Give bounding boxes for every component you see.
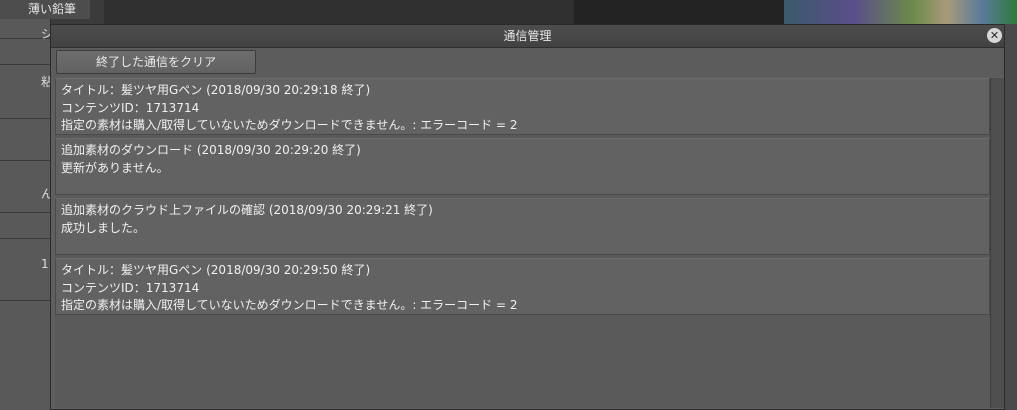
panel-divider	[0, 238, 50, 239]
log-entry[interactable]: タイトル：髪ツヤ用Gペン (2018/09/30 20:29:18 終了) コン…	[55, 78, 990, 135]
log-entry-detail: コンテンツID：1713714	[61, 100, 200, 115]
communication-manager-dialog: 通信管理 ✕ 終了した通信をクリア タイトル：髪ツヤ用Gペン (2018/09/…	[50, 24, 1005, 410]
log-entry-detail: 更新がありません。	[61, 160, 169, 175]
log-entry-message	[61, 177, 989, 195]
communication-log-list[interactable]: タイトル：髪ツヤ用Gペン (2018/09/30 20:29:18 終了) コン…	[55, 78, 990, 408]
panel-divider	[0, 118, 50, 119]
background-toolbar-dark	[574, 0, 784, 24]
panel-divider	[0, 64, 50, 65]
dialog-toolbar: 終了した通信をクリア	[51, 48, 1004, 77]
log-entry-title: 追加素材のダウンロード (2018/09/30 20:29:20 終了)	[61, 143, 361, 157]
dialog-titlebar[interactable]: 通信管理 ✕	[51, 25, 1004, 48]
app-window: 薄い鉛筆 シ 粘 ん 1 通信管理 ✕ 終了した通信をクリア タイトル：髪ツヤ用…	[0, 0, 1017, 410]
dialog-title: 通信管理	[503, 29, 552, 43]
panel-fragment-text: 1	[41, 257, 49, 271]
log-entry-message: 指定の素材は購入/取得していないためダウンロードできません。: エラーコード =…	[61, 298, 518, 312]
background-toolbar	[104, 0, 574, 24]
background-right-panel	[1005, 24, 1017, 410]
log-entry-title: タイトル：髪ツヤ用Gペン (2018/09/30 20:29:18 終了)	[61, 83, 371, 97]
brush-name-label[interactable]: 薄い鉛筆	[0, 0, 90, 19]
log-entry[interactable]: 追加素材のクラウド上ファイルの確認 (2018/09/30 20:29:21 終…	[55, 198, 990, 255]
log-entry-message: 指定の素材は購入/取得していないためダウンロードできません。: エラーコード =…	[61, 118, 518, 132]
log-entry-title: 追加素材のクラウド上ファイルの確認 (2018/09/30 20:29:21 終…	[61, 203, 433, 217]
list-scrollbar[interactable]	[990, 78, 1004, 408]
tool-property-panel	[0, 0, 51, 410]
panel-divider	[0, 160, 50, 161]
log-entry-title: タイトル：髪ツヤ用Gペン (2018/09/30 20:29:50 終了)	[61, 263, 371, 277]
panel-divider	[0, 212, 50, 213]
log-entry-detail: 成功しました。	[61, 220, 146, 235]
close-icon[interactable]: ✕	[987, 28, 1002, 43]
clear-finished-button[interactable]: 終了した通信をクリア	[56, 50, 256, 74]
log-entry[interactable]: 追加素材のダウンロード (2018/09/30 20:29:20 終了) 更新が…	[55, 138, 990, 195]
log-entry[interactable]: タイトル：髪ツヤ用Gペン (2018/09/30 20:29:50 終了) コン…	[55, 258, 990, 315]
log-entry-detail: コンテンツID：1713714	[61, 280, 200, 295]
panel-divider	[0, 300, 50, 301]
canvas-preview	[784, 0, 1017, 24]
log-entry-message	[61, 237, 989, 255]
